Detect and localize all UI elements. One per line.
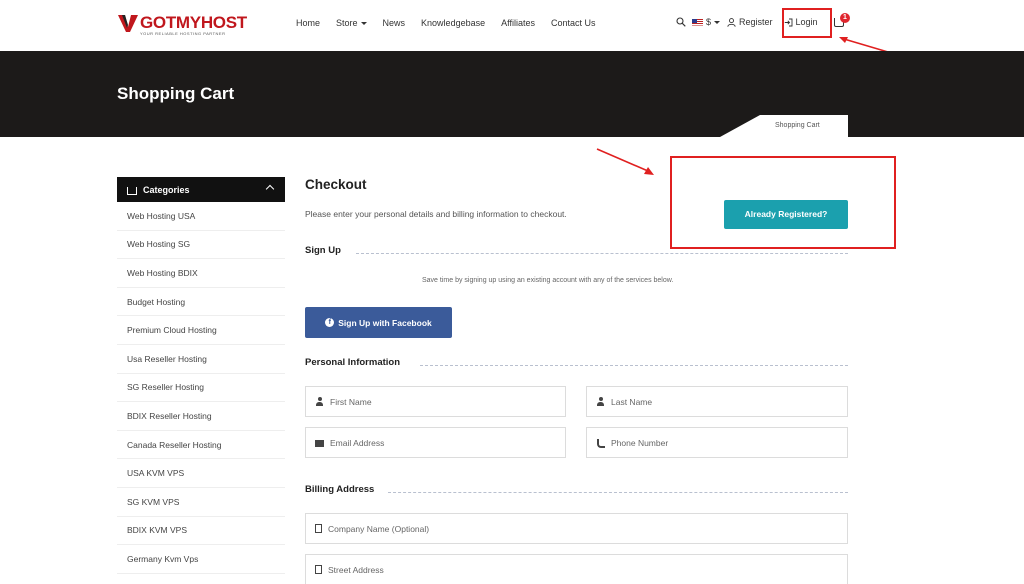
billing-heading: Billing Address <box>305 484 387 495</box>
annotation-arrow-register <box>596 148 654 175</box>
caret-down-icon <box>714 21 721 25</box>
company-field[interactable]: Company Name (Optional) <box>305 513 848 544</box>
nav-item-store[interactable]: Store <box>336 18 367 28</box>
page-title: Shopping Cart <box>117 84 235 103</box>
street-address-placeholder: Street Address <box>328 564 384 575</box>
category-item[interactable]: Web Hosting BDIX <box>117 259 285 288</box>
logo-text: GOTMYHOST <box>140 13 247 32</box>
annotation-highlight-login <box>782 8 832 38</box>
category-item[interactable]: Web Hosting SG <box>117 231 285 260</box>
search-icon[interactable] <box>676 17 686 27</box>
category-item[interactable]: Budget Hosting <box>117 288 285 317</box>
logo-tagline: YOUR RELIABLE HOSTING PARTNER <box>140 31 226 36</box>
phone-icon <box>596 438 605 448</box>
signup-note: Save time by signing up using an existin… <box>422 277 674 284</box>
breadcrumb-current[interactable]: Shopping Cart <box>775 122 820 129</box>
first-name-field[interactable]: First Name <box>305 386 566 417</box>
cart-icon <box>127 186 137 195</box>
already-registered-button[interactable]: Already Registered? <box>724 200 848 229</box>
nav-item-label: Store <box>336 18 358 28</box>
signup-heading: Sign Up <box>305 245 353 256</box>
last-name-placeholder: Last Name <box>611 396 653 407</box>
chevron-up-icon <box>265 184 275 194</box>
company-placeholder: Company Name (Optional) <box>328 523 430 534</box>
facebook-icon: f <box>325 318 335 327</box>
section-divider <box>356 253 848 254</box>
facebook-signup-label: Sign Up with Facebook <box>338 317 432 328</box>
section-divider <box>420 365 848 366</box>
building-icon <box>315 524 322 533</box>
building-icon <box>315 565 322 574</box>
category-item[interactable]: Canada Reseller Hosting <box>117 431 285 460</box>
categories-sidebar: Categories Web Hosting USA Web Hosting S… <box>117 177 285 574</box>
nav-item-affiliates[interactable]: Affiliates <box>501 18 535 28</box>
phone-field[interactable]: Phone Number <box>586 427 848 458</box>
category-item[interactable]: Germany Kvm Vps <box>117 545 285 574</box>
category-item[interactable]: BDIX Reseller Hosting <box>117 402 285 431</box>
email-field[interactable]: Email Address <box>305 427 566 458</box>
section-divider <box>388 492 848 493</box>
facebook-signup-button[interactable]: f Sign Up with Facebook <box>305 307 452 338</box>
category-item[interactable]: Usa Reseller Hosting <box>117 345 285 374</box>
main-nav: Home Store News Knowledgebase Affiliates… <box>296 18 612 28</box>
street-address-field[interactable]: Street Address <box>305 554 848 584</box>
category-item[interactable]: SG KVM VPS <box>117 488 285 517</box>
currency-selector[interactable]: $ <box>706 17 721 27</box>
category-item[interactable]: SG Reseller Hosting <box>117 374 285 403</box>
user-icon <box>596 397 605 406</box>
site-logo[interactable]: GOTMYHOST YOUR RELIABLE HOSTING PARTNER <box>118 13 247 36</box>
caret-down-icon <box>360 22 367 26</box>
first-name-placeholder: First Name <box>330 396 372 407</box>
checkout-title: Checkout <box>305 177 367 192</box>
category-item[interactable]: USA KVM VPS <box>117 459 285 488</box>
us-flag-icon[interactable] <box>692 18 703 26</box>
cart-count-badge: 1 <box>840 13 850 23</box>
category-item[interactable]: Web Hosting USA <box>117 202 285 231</box>
nav-item-contact[interactable]: Contact Us <box>551 18 596 28</box>
category-item[interactable]: Premium Cloud Hosting <box>117 316 285 345</box>
nav-item-knowledgebase[interactable]: Knowledgebase <box>421 18 485 28</box>
last-name-field[interactable]: Last Name <box>586 386 848 417</box>
user-icon <box>727 17 736 27</box>
nav-item-home[interactable]: Home <box>296 18 320 28</box>
personal-info-heading: Personal Information <box>305 357 413 368</box>
checkout-intro: Please enter your personal details and b… <box>305 209 567 219</box>
logo-icon <box>118 13 138 33</box>
category-list: Web Hosting USA Web Hosting SG Web Hosti… <box>117 202 285 574</box>
nav-item-news[interactable]: News <box>383 18 406 28</box>
email-placeholder: Email Address <box>330 437 385 448</box>
currency-label: $ <box>706 17 712 27</box>
phone-placeholder: Phone Number <box>611 437 669 448</box>
categories-heading: Categories <box>143 184 190 195</box>
register-link[interactable]: Register <box>739 17 773 27</box>
envelope-icon <box>315 440 324 447</box>
user-icon <box>315 397 324 406</box>
category-item[interactable]: BDIX KVM VPS <box>117 517 285 546</box>
categories-header[interactable]: Categories <box>117 177 285 202</box>
